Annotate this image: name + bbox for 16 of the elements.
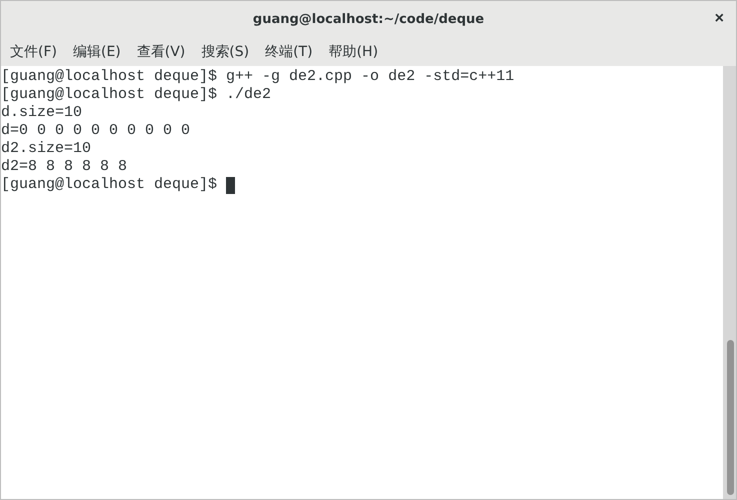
menu-item[interactable]: 编辑(E) bbox=[72, 42, 121, 60]
menu-item[interactable]: 搜索(S) bbox=[201, 42, 250, 60]
terminal-line: d=0 0 0 0 0 0 0 0 0 0 bbox=[1, 122, 192, 140]
terminal-line: [guang@localhost deque]$ ./de2 bbox=[1, 86, 272, 104]
terminal-prompt: [guang@localhost deque]$ bbox=[1, 176, 218, 194]
menu-item[interactable]: 终端(T) bbox=[265, 42, 313, 60]
close-button[interactable]: × bbox=[714, 11, 724, 27]
menu-item[interactable]: 文件(F) bbox=[10, 42, 57, 60]
terminal-line: d2=8 8 8 8 8 8 bbox=[1, 158, 128, 176]
scrollbar-thumb[interactable] bbox=[727, 340, 734, 495]
terminal-line: d.size=10 bbox=[1, 104, 84, 122]
menu-item[interactable]: 帮助(H) bbox=[328, 42, 378, 60]
window-title: guang@localhost:~/code/deque bbox=[252, 12, 484, 27]
menu-item[interactable]: 查看(V) bbox=[136, 42, 186, 60]
terminal-line: d2.size=10 bbox=[1, 140, 92, 158]
terminal-line: [guang@localhost deque]$ g++ -g de2.cpp -o de2 -std=c++11 bbox=[1, 68, 516, 86]
